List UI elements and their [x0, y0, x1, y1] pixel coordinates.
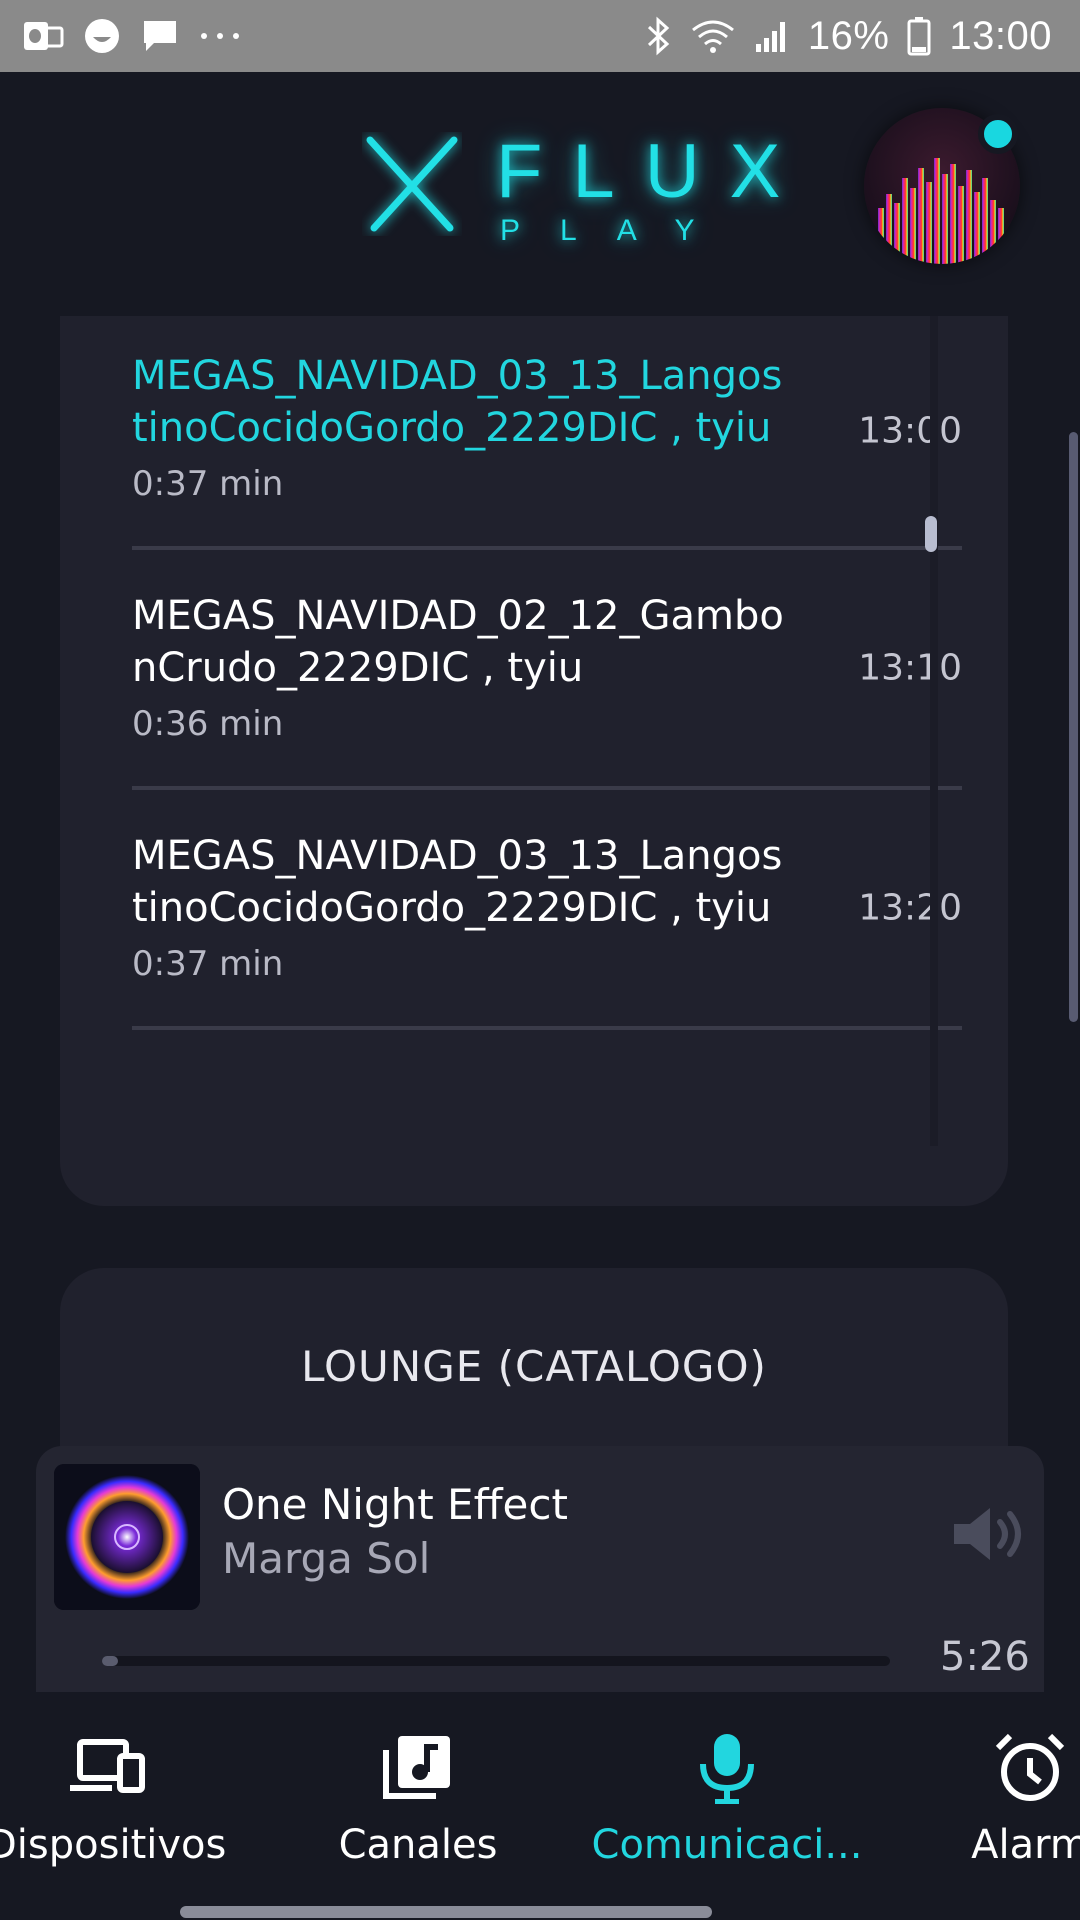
microphone-icon	[700, 1734, 754, 1804]
item-time: 13:00	[858, 410, 962, 452]
nav-item-dispositivos[interactable]: Dispositivos	[0, 1732, 226, 1868]
bluetooth-icon	[646, 16, 672, 56]
item-time: 13:20	[858, 887, 962, 929]
more-icon	[198, 30, 242, 42]
album-cover	[54, 1464, 200, 1610]
item-duration: 0:37 min	[132, 464, 284, 504]
list-item[interactable]: MEGAS_NAVIDAD_03_13_LangostinoCocidoGord…	[132, 316, 962, 550]
page-scrollbar[interactable]	[1069, 432, 1078, 1022]
home-indicator[interactable]	[180, 1906, 712, 1918]
schedule-card: MEGAS_NAVIDAD_03_13_LangostinoCocidoGord…	[60, 316, 1008, 1206]
nav-label: Canales	[338, 1822, 498, 1868]
item-title: MEGAS_NAVIDAD_03_13_LangostinoCocidoGord…	[132, 353, 783, 451]
track-time: 5:26	[940, 1634, 1030, 1680]
item-duration: 0:37 min	[132, 944, 284, 984]
logo-main-text: FLUX	[496, 129, 811, 214]
mini-player[interactable]: One Night Effect Marga Sol 5:26	[36, 1446, 1044, 1696]
devices-icon	[70, 1739, 145, 1793]
list-scrollbar-track[interactable]	[930, 316, 938, 1146]
outlook-icon	[22, 18, 64, 54]
item-duration: 0:36 min	[132, 704, 284, 744]
nav-item-alarm[interactable]: Alarm	[950, 1732, 1080, 1868]
status-bar: 16% 13:00	[0, 0, 1080, 72]
status-time: 13:00	[949, 13, 1052, 58]
online-status-dot	[978, 114, 1018, 154]
nav-item-comunicacion[interactable]: Comunicaci...	[582, 1732, 872, 1868]
progress-fill	[102, 1656, 118, 1666]
track-title: One Night Effect	[222, 1480, 568, 1529]
logo-sub-text: PLAY	[500, 214, 735, 247]
channel-title: LOUNGE (CATALOGO)	[301, 1342, 767, 1391]
list-item[interactable]: MEGAS_NAVIDAD_02_12_GambonCrudo_2229DIC …	[132, 550, 962, 790]
nav-label: Comunicaci...	[591, 1822, 863, 1868]
nav-item-canales[interactable]: Canales	[318, 1732, 518, 1868]
alarm-icon	[995, 1733, 1065, 1801]
track-artist: Marga Sol	[222, 1534, 431, 1583]
message-icon	[140, 17, 180, 55]
list-item[interactable]: MEGAS_NAVIDAD_03_13_LangostinoCocidoGord…	[132, 790, 962, 1030]
nav-label: Dispositivos	[0, 1822, 227, 1868]
bottom-navigation: Dispositivos Canales Comunicaci... Alarm	[0, 1692, 1080, 1920]
schedule-list[interactable]: MEGAS_NAVIDAD_03_13_LangostinoCocidoGord…	[132, 316, 962, 1030]
battery-percent: 16%	[807, 13, 890, 58]
logo-x-icon	[366, 136, 458, 232]
item-time: 13:10	[858, 647, 962, 689]
app-header: FLUX PLAY	[0, 72, 1080, 316]
flux-play-logo: FLUX PLAY	[362, 132, 780, 252]
wifi-icon	[690, 18, 736, 54]
emoji-icon	[82, 16, 122, 56]
playback-progress-bar[interactable]	[102, 1656, 890, 1666]
nav-label: Alarm	[971, 1822, 1080, 1868]
volume-icon[interactable]	[950, 1502, 1030, 1566]
item-title: MEGAS_NAVIDAD_02_12_GambonCrudo_2229DIC …	[132, 593, 784, 691]
music-library-icon	[383, 1736, 450, 1799]
battery-icon	[907, 16, 931, 56]
list-scrollbar-thumb[interactable]	[925, 516, 937, 552]
item-title: MEGAS_NAVIDAD_03_13_LangostinoCocidoGord…	[132, 833, 783, 931]
signal-icon	[754, 18, 790, 54]
